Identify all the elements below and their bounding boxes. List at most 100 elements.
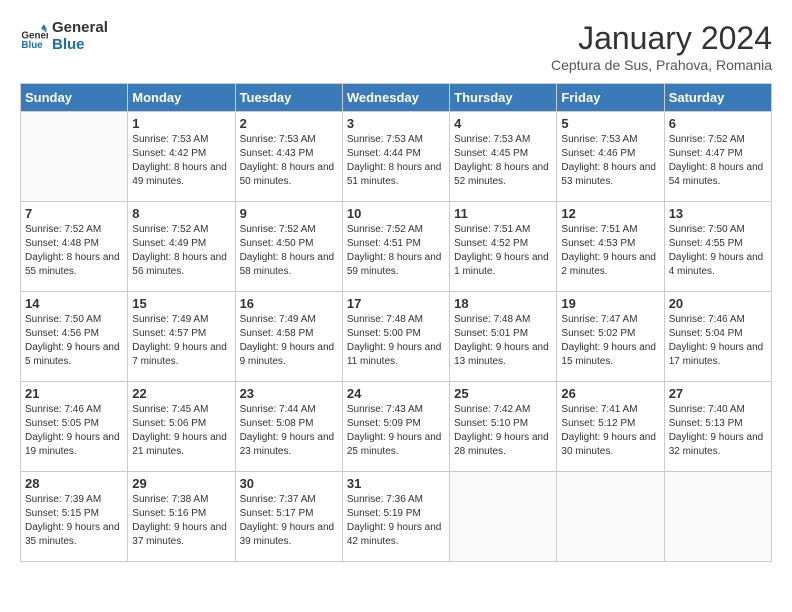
day-cell: 13 Sunrise: 7:50 AM Sunset: 4:55 PM Dayl… bbox=[664, 202, 771, 292]
day-info: Sunrise: 7:51 AM Sunset: 4:53 PM Dayligh… bbox=[561, 223, 659, 279]
week-row-3: 14 Sunrise: 7:50 AM Sunset: 4:56 PM Dayl… bbox=[21, 292, 772, 382]
day-info: Sunrise: 7:47 AM Sunset: 5:02 PM Dayligh… bbox=[561, 313, 659, 369]
header-friday: Friday bbox=[557, 84, 664, 112]
day-info: Sunrise: 7:38 AM Sunset: 5:16 PM Dayligh… bbox=[132, 493, 230, 549]
day-cell: 8 Sunrise: 7:52 AM Sunset: 4:49 PM Dayli… bbox=[128, 202, 235, 292]
day-info: Sunrise: 7:46 AM Sunset: 5:05 PM Dayligh… bbox=[25, 403, 123, 459]
day-info: Sunrise: 7:42 AM Sunset: 5:10 PM Dayligh… bbox=[454, 403, 552, 459]
day-info: Sunrise: 7:52 AM Sunset: 4:50 PM Dayligh… bbox=[240, 223, 338, 279]
day-cell bbox=[664, 472, 771, 562]
week-row-2: 7 Sunrise: 7:52 AM Sunset: 4:48 PM Dayli… bbox=[21, 202, 772, 292]
day-info: Sunrise: 7:53 AM Sunset: 4:42 PM Dayligh… bbox=[132, 133, 230, 189]
day-number: 6 bbox=[669, 116, 767, 131]
day-cell: 5 Sunrise: 7:53 AM Sunset: 4:46 PM Dayli… bbox=[557, 112, 664, 202]
logo: General Blue General Blue bbox=[20, 20, 108, 53]
day-number: 30 bbox=[240, 476, 338, 491]
day-cell: 17 Sunrise: 7:48 AM Sunset: 5:00 PM Dayl… bbox=[342, 292, 449, 382]
day-cell: 28 Sunrise: 7:39 AM Sunset: 5:15 PM Dayl… bbox=[21, 472, 128, 562]
day-cell: 7 Sunrise: 7:52 AM Sunset: 4:48 PM Dayli… bbox=[21, 202, 128, 292]
svg-text:Blue: Blue bbox=[21, 40, 43, 51]
day-number: 15 bbox=[132, 296, 230, 311]
header-saturday: Saturday bbox=[664, 84, 771, 112]
day-cell: 27 Sunrise: 7:40 AM Sunset: 5:13 PM Dayl… bbox=[664, 382, 771, 472]
day-number: 22 bbox=[132, 386, 230, 401]
day-number: 16 bbox=[240, 296, 338, 311]
day-cell bbox=[21, 112, 128, 202]
day-cell: 15 Sunrise: 7:49 AM Sunset: 4:57 PM Dayl… bbox=[128, 292, 235, 382]
day-number: 31 bbox=[347, 476, 445, 491]
day-number: 14 bbox=[25, 296, 123, 311]
day-info: Sunrise: 7:52 AM Sunset: 4:47 PM Dayligh… bbox=[669, 133, 767, 189]
day-number: 23 bbox=[240, 386, 338, 401]
day-info: Sunrise: 7:53 AM Sunset: 4:46 PM Dayligh… bbox=[561, 133, 659, 189]
header-wednesday: Wednesday bbox=[342, 84, 449, 112]
location-subtitle: Ceptura de Sus, Prahova, Romania bbox=[551, 57, 772, 73]
day-number: 29 bbox=[132, 476, 230, 491]
header-thursday: Thursday bbox=[450, 84, 557, 112]
day-info: Sunrise: 7:52 AM Sunset: 4:48 PM Dayligh… bbox=[25, 223, 123, 279]
day-number: 5 bbox=[561, 116, 659, 131]
day-cell: 19 Sunrise: 7:47 AM Sunset: 5:02 PM Dayl… bbox=[557, 292, 664, 382]
day-cell: 1 Sunrise: 7:53 AM Sunset: 4:42 PM Dayli… bbox=[128, 112, 235, 202]
day-cell: 11 Sunrise: 7:51 AM Sunset: 4:52 PM Dayl… bbox=[450, 202, 557, 292]
day-cell: 18 Sunrise: 7:48 AM Sunset: 5:01 PM Dayl… bbox=[450, 292, 557, 382]
day-cell: 26 Sunrise: 7:41 AM Sunset: 5:12 PM Dayl… bbox=[557, 382, 664, 472]
day-number: 28 bbox=[25, 476, 123, 491]
day-cell: 30 Sunrise: 7:37 AM Sunset: 5:17 PM Dayl… bbox=[235, 472, 342, 562]
day-info: Sunrise: 7:49 AM Sunset: 4:58 PM Dayligh… bbox=[240, 313, 338, 369]
day-info: Sunrise: 7:40 AM Sunset: 5:13 PM Dayligh… bbox=[669, 403, 767, 459]
day-number: 7 bbox=[25, 206, 123, 221]
week-row-1: 1 Sunrise: 7:53 AM Sunset: 4:42 PM Dayli… bbox=[21, 112, 772, 202]
day-info: Sunrise: 7:53 AM Sunset: 4:43 PM Dayligh… bbox=[240, 133, 338, 189]
day-info: Sunrise: 7:45 AM Sunset: 5:06 PM Dayligh… bbox=[132, 403, 230, 459]
page-header: General Blue General Blue January 2024 C… bbox=[20, 20, 772, 73]
day-number: 27 bbox=[669, 386, 767, 401]
day-info: Sunrise: 7:51 AM Sunset: 4:52 PM Dayligh… bbox=[454, 223, 552, 279]
day-number: 12 bbox=[561, 206, 659, 221]
day-number: 13 bbox=[669, 206, 767, 221]
day-cell: 25 Sunrise: 7:42 AM Sunset: 5:10 PM Dayl… bbox=[450, 382, 557, 472]
day-info: Sunrise: 7:49 AM Sunset: 4:57 PM Dayligh… bbox=[132, 313, 230, 369]
day-info: Sunrise: 7:52 AM Sunset: 4:49 PM Dayligh… bbox=[132, 223, 230, 279]
day-number: 8 bbox=[132, 206, 230, 221]
day-info: Sunrise: 7:44 AM Sunset: 5:08 PM Dayligh… bbox=[240, 403, 338, 459]
day-number: 24 bbox=[347, 386, 445, 401]
day-info: Sunrise: 7:37 AM Sunset: 5:17 PM Dayligh… bbox=[240, 493, 338, 549]
day-number: 26 bbox=[561, 386, 659, 401]
day-cell: 6 Sunrise: 7:52 AM Sunset: 4:47 PM Dayli… bbox=[664, 112, 771, 202]
day-info: Sunrise: 7:36 AM Sunset: 5:19 PM Dayligh… bbox=[347, 493, 445, 549]
month-title: January 2024 bbox=[551, 20, 772, 57]
title-block: January 2024 Ceptura de Sus, Prahova, Ro… bbox=[551, 20, 772, 73]
day-cell: 29 Sunrise: 7:38 AM Sunset: 5:16 PM Dayl… bbox=[128, 472, 235, 562]
week-row-4: 21 Sunrise: 7:46 AM Sunset: 5:05 PM Dayl… bbox=[21, 382, 772, 472]
header-sunday: Sunday bbox=[21, 84, 128, 112]
day-cell: 4 Sunrise: 7:53 AM Sunset: 4:45 PM Dayli… bbox=[450, 112, 557, 202]
day-info: Sunrise: 7:53 AM Sunset: 4:45 PM Dayligh… bbox=[454, 133, 552, 189]
day-info: Sunrise: 7:50 AM Sunset: 4:56 PM Dayligh… bbox=[25, 313, 123, 369]
day-info: Sunrise: 7:53 AM Sunset: 4:44 PM Dayligh… bbox=[347, 133, 445, 189]
header-row: SundayMondayTuesdayWednesdayThursdayFrid… bbox=[21, 84, 772, 112]
day-number: 3 bbox=[347, 116, 445, 131]
day-cell: 21 Sunrise: 7:46 AM Sunset: 5:05 PM Dayl… bbox=[21, 382, 128, 472]
day-cell: 10 Sunrise: 7:52 AM Sunset: 4:51 PM Dayl… bbox=[342, 202, 449, 292]
day-number: 20 bbox=[669, 296, 767, 311]
day-number: 4 bbox=[454, 116, 552, 131]
day-number: 11 bbox=[454, 206, 552, 221]
week-row-5: 28 Sunrise: 7:39 AM Sunset: 5:15 PM Dayl… bbox=[21, 472, 772, 562]
day-number: 21 bbox=[25, 386, 123, 401]
day-info: Sunrise: 7:52 AM Sunset: 4:51 PM Dayligh… bbox=[347, 223, 445, 279]
day-number: 25 bbox=[454, 386, 552, 401]
day-cell: 23 Sunrise: 7:44 AM Sunset: 5:08 PM Dayl… bbox=[235, 382, 342, 472]
day-info: Sunrise: 7:41 AM Sunset: 5:12 PM Dayligh… bbox=[561, 403, 659, 459]
day-cell: 2 Sunrise: 7:53 AM Sunset: 4:43 PM Dayli… bbox=[235, 112, 342, 202]
logo-icon: General Blue bbox=[20, 23, 48, 51]
day-number: 18 bbox=[454, 296, 552, 311]
logo-blue: Blue bbox=[52, 37, 108, 54]
day-number: 17 bbox=[347, 296, 445, 311]
day-info: Sunrise: 7:50 AM Sunset: 4:55 PM Dayligh… bbox=[669, 223, 767, 279]
calendar-table: SundayMondayTuesdayWednesdayThursdayFrid… bbox=[20, 83, 772, 562]
day-cell: 3 Sunrise: 7:53 AM Sunset: 4:44 PM Dayli… bbox=[342, 112, 449, 202]
header-tuesday: Tuesday bbox=[235, 84, 342, 112]
day-cell: 16 Sunrise: 7:49 AM Sunset: 4:58 PM Dayl… bbox=[235, 292, 342, 382]
day-cell: 9 Sunrise: 7:52 AM Sunset: 4:50 PM Dayli… bbox=[235, 202, 342, 292]
